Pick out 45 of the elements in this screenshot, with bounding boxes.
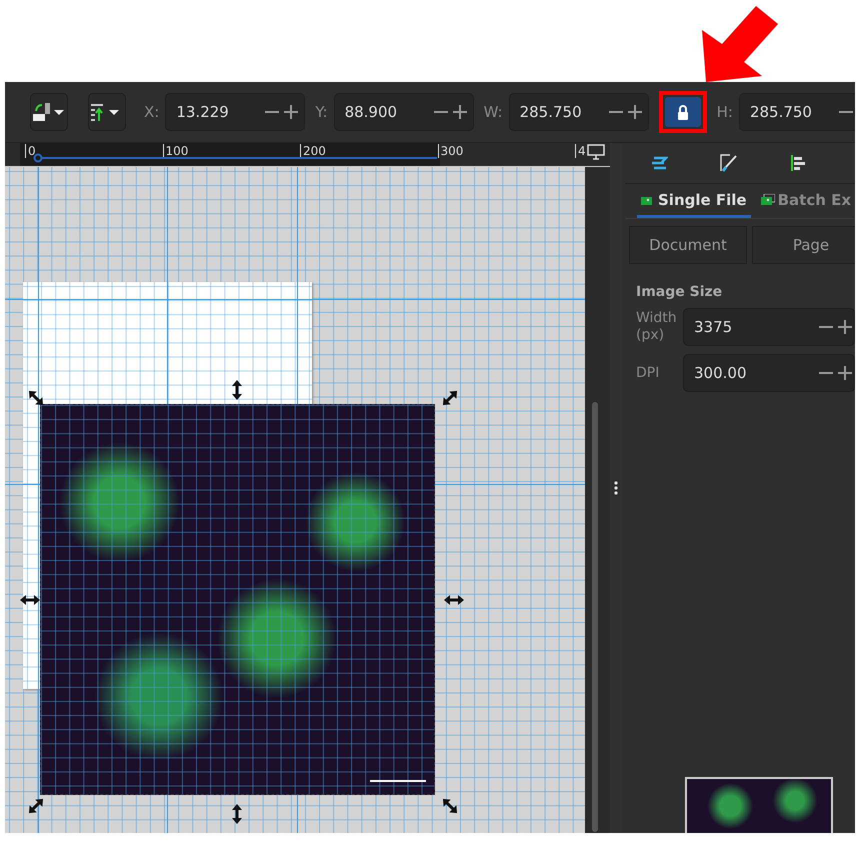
area-button[interactable]: Document [629,226,747,264]
stepper-icon[interactable] [818,317,854,337]
lock-button[interactable] [664,97,701,127]
image-icon [760,194,775,205]
snap-icon [31,101,67,123]
scale-handle-icon[interactable] [440,796,460,816]
field-label: Y: [315,103,328,121]
image-icon [641,194,655,205]
align-icon[interactable] [790,154,806,172]
number-field[interactable]: 285.750 [738,93,855,131]
lock-icon [676,104,689,120]
stepper-icon[interactable] [264,102,300,122]
export-tab[interactable]: Single File [637,184,751,218]
micrograph-placeholder[interactable] [40,404,435,795]
ruler-label: 0 [25,144,36,158]
canvas[interactable] [5,167,585,833]
brush-icon[interactable] [720,154,738,172]
number-field[interactable]: 285.750 [508,93,649,131]
scale-bar [370,780,426,782]
ruler-label: 300 [438,144,464,158]
area-button[interactable]: Page [752,226,855,264]
display-icon[interactable] [587,144,605,160]
number-field[interactable]: 3375 [683,308,855,346]
snap-dropdown[interactable] [30,93,68,131]
number-field[interactable]: 88.900 [334,93,474,131]
scale-handle-icon[interactable] [26,388,46,408]
stepper-icon[interactable] [608,102,644,122]
ruler-label: 4 [575,144,586,158]
scale-handle-icon[interactable] [26,796,46,816]
field-label: H: [716,103,733,121]
align-dropdown[interactable] [88,93,126,131]
field-label: Width (px) [636,310,677,344]
section-title: Image Size [636,284,724,300]
field-label: DPI [636,364,660,382]
export-tab[interactable]: Batch Ex [756,184,855,218]
field-label: W: [484,103,503,121]
drag-handle-icon[interactable] [614,481,618,495]
scale-handle-icon[interactable] [440,388,460,408]
layers-icon[interactable] [650,155,668,171]
stepper-icon[interactable] [432,102,469,122]
number-field[interactable]: 13.229 [165,93,306,131]
number-field[interactable]: 300.00 [683,354,855,392]
scrollbar-thumb[interactable] [592,402,598,832]
field-label: X: [144,103,160,121]
stepper-icon[interactable] [818,363,854,383]
